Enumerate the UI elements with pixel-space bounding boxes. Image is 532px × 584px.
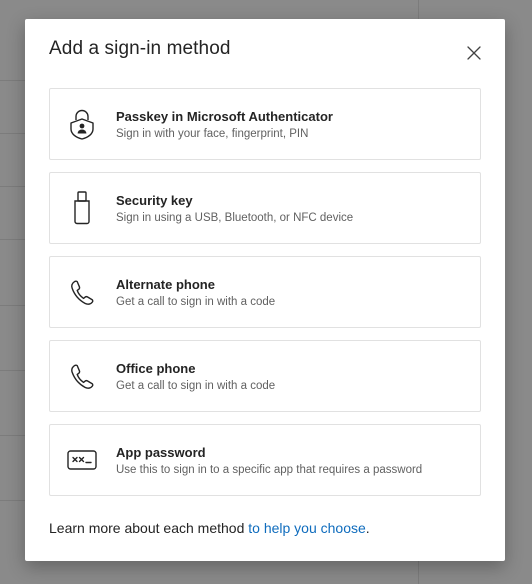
background-divider bbox=[418, 561, 419, 584]
method-card-office-phone[interactable]: Office phone Get a call to sign in with … bbox=[49, 340, 481, 412]
method-card-alternate-phone[interactable]: Alternate phone Get a call to sign in wi… bbox=[49, 256, 481, 328]
add-sign-in-method-dialog: Add a sign-in method Passkey in Microsof… bbox=[25, 19, 505, 561]
method-description: Get a call to sign in with a code bbox=[116, 296, 276, 308]
phone-icon bbox=[66, 360, 98, 392]
close-button[interactable] bbox=[462, 41, 486, 65]
method-description: Sign in using a USB, Bluetooth, or NFC d… bbox=[116, 212, 354, 224]
method-card-security-key[interactable]: Security key Sign in using a USB, Blueto… bbox=[49, 172, 481, 244]
method-title: Security key bbox=[116, 193, 193, 208]
passkey-icon bbox=[66, 108, 98, 140]
background-divider bbox=[418, 0, 419, 19]
method-description: Use this to sign in to a specific app th… bbox=[116, 464, 423, 476]
method-title: Passkey in Microsoft Authenticator bbox=[116, 109, 333, 124]
learn-more-text: Learn more about each method to help you… bbox=[49, 520, 370, 536]
background-divider bbox=[0, 80, 25, 81]
method-description: Get a call to sign in with a code bbox=[116, 380, 276, 392]
background-divider bbox=[0, 305, 25, 306]
method-description: Sign in with your face, fingerprint, PIN bbox=[116, 128, 309, 140]
dialog-title: Add a sign-in method bbox=[49, 38, 231, 59]
method-card-app-password[interactable]: App password Use this to sign in to a sp… bbox=[49, 424, 481, 496]
app-password-icon bbox=[66, 444, 98, 476]
method-card-passkey[interactable]: Passkey in Microsoft Authenticator Sign … bbox=[49, 88, 481, 160]
background-divider bbox=[0, 133, 25, 134]
method-title: Office phone bbox=[116, 361, 196, 376]
method-title: App password bbox=[116, 445, 206, 460]
learn-more-label: Learn more about each method bbox=[49, 520, 249, 536]
help-you-choose-link[interactable]: to help you choose bbox=[248, 520, 366, 536]
close-icon bbox=[467, 46, 481, 60]
background-divider bbox=[0, 435, 25, 436]
learn-more-period: . bbox=[365, 520, 370, 536]
phone-icon bbox=[66, 276, 98, 308]
method-title: Alternate phone bbox=[116, 277, 215, 292]
background-divider bbox=[0, 239, 25, 240]
background-divider bbox=[0, 370, 25, 371]
background-divider bbox=[0, 500, 25, 501]
background-divider bbox=[0, 186, 25, 187]
security-key-icon bbox=[66, 191, 98, 225]
